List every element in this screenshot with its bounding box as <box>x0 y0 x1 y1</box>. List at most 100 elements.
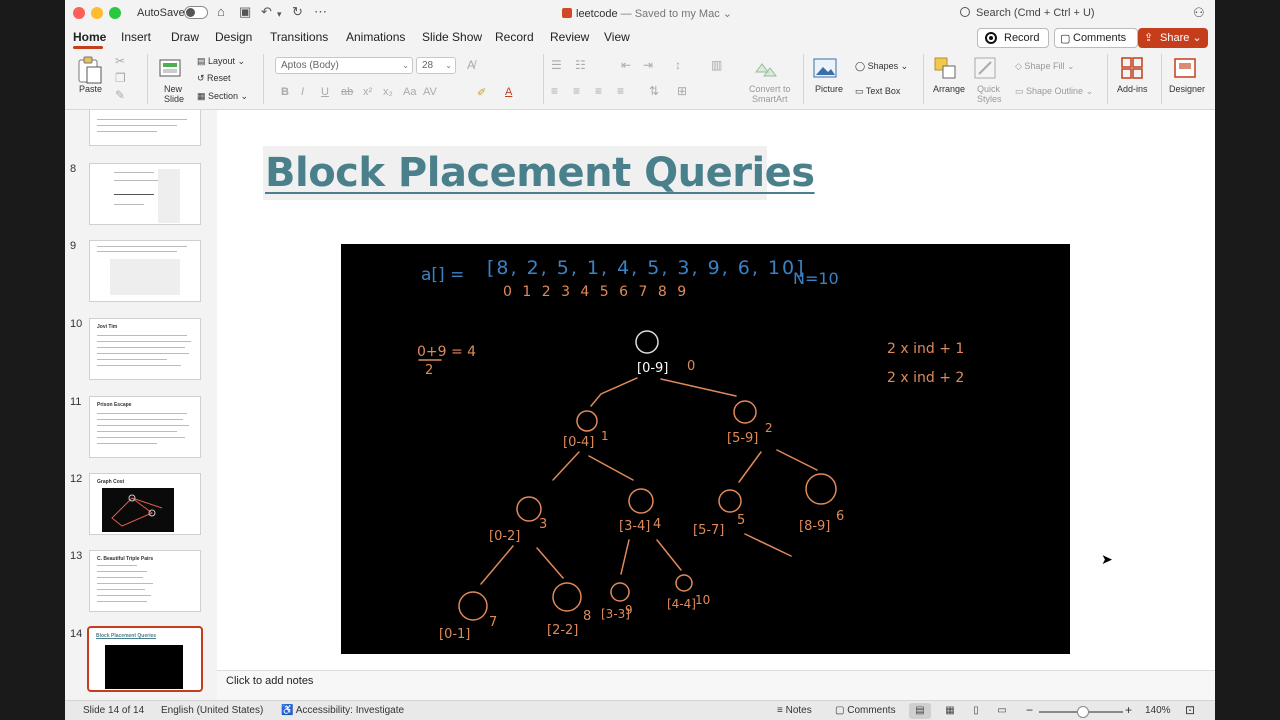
zoom-in-icon[interactable]: + <box>1125 703 1132 717</box>
autosave-toggle[interactable] <box>184 6 208 19</box>
shapes-button[interactable]: ◯ Shapes ⌄ <box>855 61 908 72</box>
ribbon-separator <box>923 54 924 104</box>
normal-view-button[interactable]: ▤ <box>909 703 931 719</box>
tab-view[interactable]: View <box>604 30 630 44</box>
cut-icon[interactable]: ✂ <box>115 54 125 68</box>
columns-icon[interactable]: ▥ <box>711 58 722 72</box>
slide-thumbnail-14[interactable]: Block Placement Queries <box>87 626 203 692</box>
undo-icon[interactable]: ↶ <box>261 4 272 20</box>
increase-indent-icon[interactable]: ⇥ <box>643 58 653 72</box>
line-spacing-icon[interactable]: ↕ <box>675 58 681 72</box>
addins-icon[interactable] <box>1120 56 1146 82</box>
record-button[interactable]: Record <box>977 28 1049 48</box>
slide-title[interactable]: Block Placement Queries <box>263 146 815 200</box>
zoom-out-icon[interactable]: − <box>1026 703 1033 717</box>
zoom-level[interactable]: 140% <box>1145 705 1171 716</box>
new-slide-icon[interactable] <box>158 54 184 80</box>
bullets-icon[interactable]: ☰ <box>551 58 562 72</box>
more-icon[interactable]: ⋯ <box>314 4 327 20</box>
font-size-select[interactable]: 28 ⌄ <box>416 57 456 74</box>
text-box-button[interactable]: ▭ Text Box <box>855 86 900 97</box>
highlight-icon[interactable]: ✐ <box>477 86 486 99</box>
align-center-icon[interactable]: ≡ <box>573 84 580 98</box>
format-painter-icon[interactable]: ✎ <box>115 88 125 102</box>
tab-home[interactable]: Home <box>73 30 106 44</box>
slide-thumbnail-13[interactable]: C. Beautiful Triple Pairs <box>89 550 201 612</box>
copy-icon[interactable]: ❐ <box>115 71 126 85</box>
text-direction-icon[interactable]: ⇅ <box>649 84 659 98</box>
slideshow-button[interactable]: ▭ <box>991 703 1013 719</box>
shape-fill-button[interactable]: ◇ Shape Fill ⌄ <box>1015 61 1075 72</box>
font-case-icon[interactable]: Aa <box>403 86 416 98</box>
paste-icon[interactable] <box>75 54 103 84</box>
whiteboard-image[interactable]: a[] = [8, 2, 5, 1, 4, 5, 3, 9, 6, 10] 0 … <box>341 244 1070 654</box>
save-icon[interactable]: ▣ <box>239 4 251 20</box>
tab-review[interactable]: Review <box>550 30 589 44</box>
section-button[interactable]: ▦ Section ⌄ <box>197 91 248 102</box>
char-spacing-icon[interactable]: AV <box>423 86 437 98</box>
align-text-icon[interactable]: ⊞ <box>677 84 687 98</box>
slide-sorter-button[interactable]: ▦ <box>939 703 961 719</box>
minimize-window-button[interactable] <box>91 7 103 19</box>
tree-edge <box>776 449 818 471</box>
thumbnail-panel <box>158 169 180 223</box>
tab-draw[interactable]: Draw <box>171 30 199 44</box>
designer-label: Designer <box>1169 84 1206 94</box>
redo-icon[interactable]: ↻ <box>292 4 303 20</box>
justify-icon[interactable]: ≡ <box>617 84 624 98</box>
reset-button[interactable]: ↺ Reset <box>197 73 231 84</box>
slide-thumbnail-9[interactable] <box>89 240 201 302</box>
ribbon-separator <box>263 54 264 104</box>
close-window-button[interactable] <box>73 7 85 19</box>
slide-sorter-icon: ▦ <box>945 705 955 716</box>
home-icon[interactable]: ⌂ <box>217 4 225 20</box>
quick-styles-icon[interactable] <box>973 56 999 80</box>
document-title[interactable]: leetcode — Saved to my Mac ⌄ <box>562 7 732 20</box>
language-status[interactable]: English (United States) <box>161 705 263 716</box>
underline-icon[interactable]: U <box>321 86 329 98</box>
font-name-select[interactable]: Aptos (Body) ⌄ <box>275 57 413 74</box>
subscript-icon[interactable]: x₂ <box>383 86 393 98</box>
align-left-icon[interactable]: ≡ <box>551 84 558 98</box>
layout-button[interactable]: ▤ Layout ⌄ <box>197 56 245 67</box>
numbering-icon[interactable]: ☷ <box>575 58 586 72</box>
arrange-icon[interactable] <box>933 56 959 80</box>
comments-toggle[interactable]: ▢ Comments <box>835 705 896 716</box>
align-right-icon[interactable]: ≡ <box>595 84 602 98</box>
slide-thumbnail-8[interactable] <box>89 163 201 225</box>
slide-thumbnail-12[interactable]: Graph Cost <box>89 473 201 535</box>
undo-dropdown-icon[interactable]: ▾ <box>277 6 282 22</box>
designer-icon[interactable] <box>1173 56 1199 82</box>
slide-editor[interactable]: Block Placement Queries a[] = [8, 2, 5, … <box>217 110 1215 670</box>
font-color-icon[interactable]: A <box>505 86 512 98</box>
picture-icon[interactable] <box>813 58 839 80</box>
search-box[interactable]: Search (Cmd + Ctrl + U) <box>960 5 1188 22</box>
bold-icon[interactable]: B <box>281 86 289 98</box>
share-people-icon[interactable]: ⚇ <box>1193 5 1205 21</box>
slide-thumbnail-7[interactable] <box>89 110 201 146</box>
tab-design[interactable]: Design <box>215 30 252 44</box>
superscript-icon[interactable]: x² <box>363 86 372 98</box>
reading-view-button[interactable]: ▯ <box>965 703 987 719</box>
zoom-window-button[interactable] <box>109 7 121 19</box>
smartart-icon[interactable] <box>753 58 779 80</box>
slide-thumbnail-10[interactable]: Jovi Tim <box>89 318 201 380</box>
tab-transitions[interactable]: Transitions <box>270 30 328 44</box>
clear-formatting-icon[interactable]: A̸ <box>467 58 475 72</box>
notes-pane[interactable]: Click to add notes <box>217 670 1215 700</box>
zoom-slider-handle[interactable] <box>1077 706 1089 718</box>
tab-record[interactable]: Record <box>495 30 534 44</box>
tab-insert[interactable]: Insert <box>121 30 151 44</box>
strikethrough-icon[interactable]: ab <box>341 86 353 98</box>
decrease-indent-icon[interactable]: ⇤ <box>621 58 631 72</box>
accessibility-status[interactable]: ♿ Accessibility: Investigate <box>281 705 404 716</box>
shape-outline-button[interactable]: ▭ Shape Outline ⌄ <box>1015 86 1093 97</box>
tab-animations[interactable]: Animations <box>346 30 405 44</box>
slide-thumbnail-11[interactable]: Prison Escape <box>89 396 201 458</box>
tab-slide-show[interactable]: Slide Show <box>422 30 482 44</box>
italic-icon[interactable]: I <box>301 86 304 98</box>
comments-button[interactable]: ▢ Comments <box>1054 28 1138 48</box>
fit-to-window-icon[interactable]: ⊡ <box>1185 703 1195 717</box>
share-button[interactable]: ⇪ Share ⌄ <box>1138 28 1208 48</box>
notes-toggle[interactable]: ≡ Notes <box>777 705 812 716</box>
